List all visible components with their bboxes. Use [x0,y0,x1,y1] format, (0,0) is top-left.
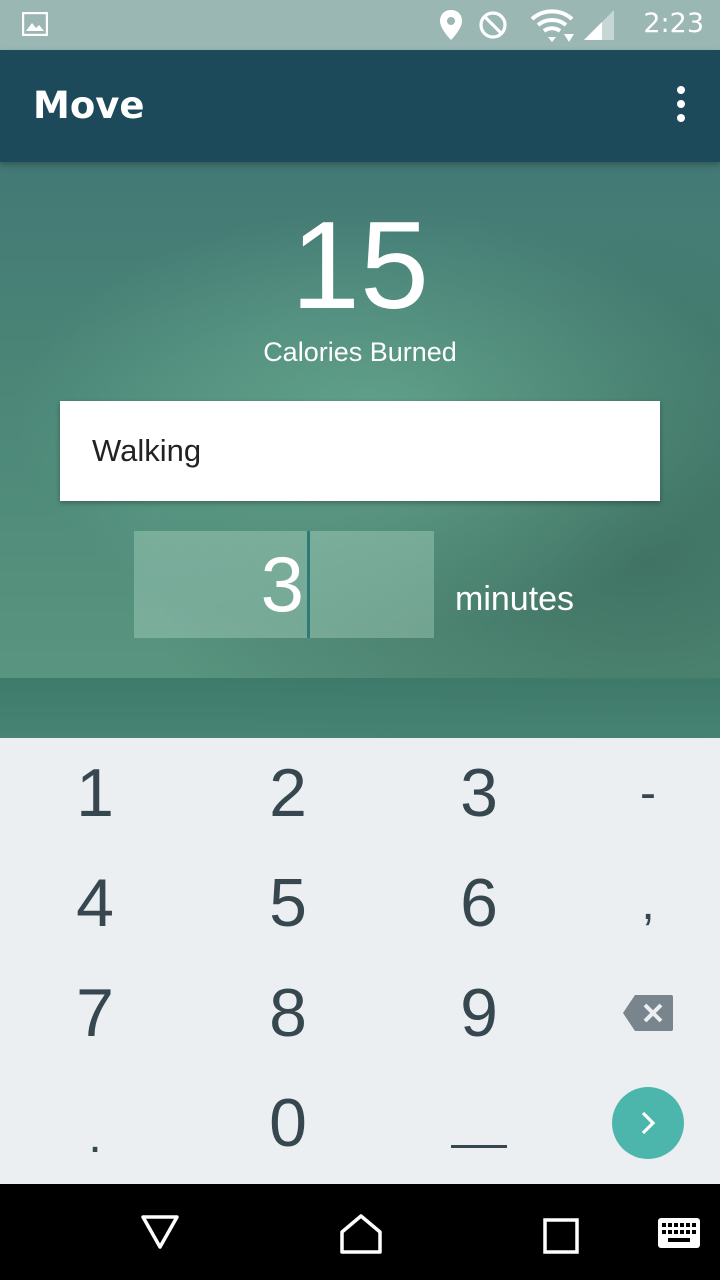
status-bar: 2:23 [0,0,720,50]
content-scroll-edge [0,678,720,738]
key-6[interactable]: 6 [389,848,569,958]
home-icon[interactable] [339,1213,383,1259]
key-space[interactable] [389,1068,569,1178]
keyboard-icon[interactable] [658,1218,700,1252]
screen: 2:23 Move 15 Calories Burned Walking 3 m… [0,0,720,1280]
key-8[interactable]: 8 [198,958,378,1068]
key-7[interactable]: 7 [5,958,185,1068]
activity-value: Walking [92,433,202,468]
calories-burned-value: 15 [291,197,429,335]
calories-burned-label: Calories Burned [263,337,457,367]
key-0[interactable]: 0 [198,1068,378,1178]
key-2[interactable]: 2 [198,738,378,848]
duration-unit-label: minutes [455,580,575,618]
status-time: 2:23 [643,8,704,39]
recents-icon[interactable] [543,1218,579,1258]
space-icon [451,1145,507,1148]
app-title: Move [33,84,145,127]
overflow-menu-icon[interactable] [670,86,690,126]
navigation-bar [0,1184,720,1280]
do-not-disturb-icon [478,10,508,44]
duration-value: 3 [260,540,304,628]
key-period[interactable]: . [5,1068,185,1178]
key-5[interactable]: 5 [198,848,378,958]
key-1[interactable]: 1 [5,738,185,848]
image-icon [21,11,49,40]
wifi-icon [530,8,574,48]
back-icon[interactable] [140,1214,180,1254]
key-comma[interactable]: , [558,848,720,958]
key-minus[interactable]: - [558,738,720,848]
key-4[interactable]: 4 [5,848,185,958]
duration-input[interactable]: 3 [134,531,434,638]
key-3[interactable]: 3 [389,738,569,848]
location-icon [440,10,462,44]
numeric-keypad: 1 2 3 - 4 5 6 , 7 8 9 . 0 [0,738,720,1184]
next-button[interactable] [612,1087,684,1159]
backspace-icon [623,995,673,1031]
go-key[interactable] [558,1068,720,1178]
activity-field[interactable]: Walking [60,401,660,501]
text-cursor [307,531,310,638]
cell-signal-icon [582,10,616,46]
key-9[interactable]: 9 [389,958,569,1068]
backspace-key[interactable] [558,958,720,1068]
chevron-right-icon [641,1111,656,1135]
app-bar: Move [0,50,720,162]
